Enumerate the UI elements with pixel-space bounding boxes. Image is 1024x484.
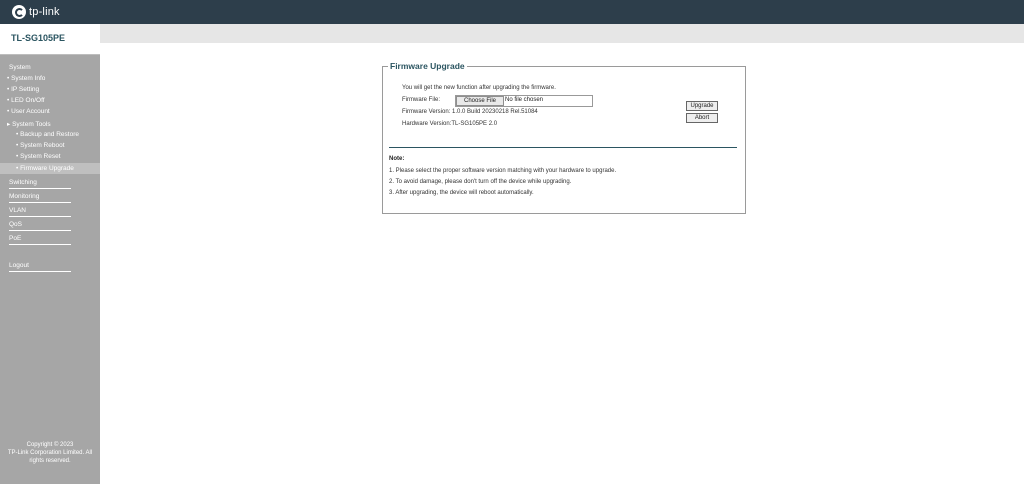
note-item: 1. Please select the proper software ver… (389, 168, 617, 174)
copyright: Copyright © 2023 TP-Link Corporation Lim… (0, 441, 100, 465)
nav-divider (9, 244, 71, 245)
hardware-version: Hardware Version:TL-SG105PE 2.0 (402, 121, 498, 127)
nav-item-user-account[interactable]: • User Account (7, 108, 50, 115)
nav-subitem-firmware-upgrade[interactable]: • Firmware Upgrade (16, 165, 74, 172)
nav-section-switching[interactable]: Switching (9, 179, 37, 186)
model-name: TL-SG105PE (11, 33, 66, 43)
nav-subitem-backup-restore[interactable]: • Backup and Restore (16, 131, 79, 138)
firmware-file-label: Firmware File: (402, 97, 441, 103)
abort-button[interactable]: Abort (686, 113, 718, 123)
nav-item-ip-setting[interactable]: • IP Setting (7, 86, 39, 93)
upgrade-button[interactable]: Upgrade (686, 101, 718, 111)
tp-link-logo: tp-link (12, 4, 60, 20)
sidebar: System • System Info • IP Setting • LED … (0, 55, 100, 484)
logo-text: tp-link (29, 6, 60, 18)
nav-section-qos[interactable]: QoS (9, 221, 22, 228)
note-title: Note: (389, 156, 405, 162)
nav-subitem-system-reboot[interactable]: • System Reboot (16, 142, 65, 149)
tp-link-logo-icon (12, 5, 26, 19)
copyright-line: TP-Link Corporation Limited. All (7, 450, 93, 456)
no-file-text: No file chosen (505, 97, 544, 103)
nav-divider (9, 202, 71, 203)
model-bar (0, 24, 1024, 43)
section-divider (389, 147, 737, 148)
copyright-line: rights reserved. (29, 458, 71, 464)
nav-item-system-info[interactable]: • System Info (7, 75, 45, 82)
note-item: 2. To avoid damage, please don't turn of… (389, 179, 572, 185)
nav-section-poe[interactable]: PoE (9, 235, 21, 242)
note-item: 3. After upgrading, the device will rebo… (389, 190, 534, 196)
nav-item-system-tools[interactable]: ▸ System Tools (7, 120, 51, 128)
panel-title: Firmware Upgrade (388, 61, 467, 71)
nav-section-system[interactable]: System (9, 64, 31, 71)
model-header: TL-SG105PE (0, 24, 100, 55)
nav-section-vlan[interactable]: VLAN (9, 207, 26, 214)
nav-subitem-system-reset[interactable]: • System Reset (16, 153, 61, 160)
nav-divider (9, 271, 71, 272)
top-bar: tp-link (0, 0, 1024, 24)
choose-file-button[interactable]: Choose File (456, 96, 504, 106)
nav-logout[interactable]: Logout (9, 262, 29, 269)
nav-divider (9, 188, 71, 189)
nav-divider (9, 216, 71, 217)
firmware-version: Firmware Version: 1.0.0 Build 20230218 R… (402, 109, 538, 115)
copyright-line: Copyright © 2023 (26, 442, 74, 448)
nav-divider (9, 230, 71, 231)
nav-item-led-onoff[interactable]: • LED On/Off (7, 97, 45, 104)
nav-section-monitoring[interactable]: Monitoring (9, 193, 39, 200)
intro-text: You will get the new function after upgr… (402, 85, 556, 91)
